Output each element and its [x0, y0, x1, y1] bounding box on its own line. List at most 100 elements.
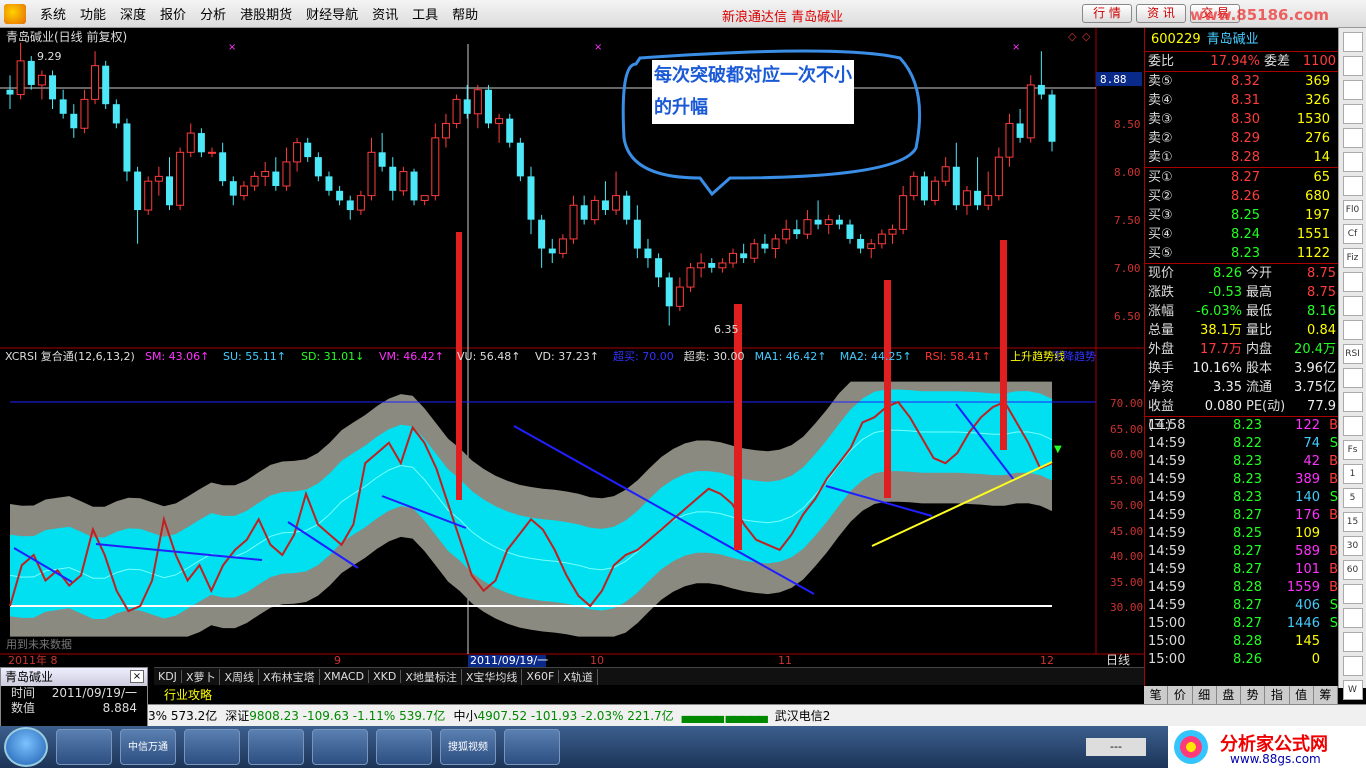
indicator-tab[interactable]: X布林宝塔 [259, 668, 320, 685]
menu-function[interactable]: 功能 [80, 4, 106, 23]
panel-tab[interactable]: 笔 [1144, 686, 1169, 704]
order-book-row[interactable]: 买⑤ 8.23 1122 [1145, 244, 1338, 263]
tool-button[interactable] [1342, 368, 1363, 388]
indicator-tab[interactable]: X周线 [220, 668, 260, 685]
tool-button[interactable] [1342, 296, 1363, 316]
candle-body [314, 157, 322, 177]
tool-button[interactable] [1342, 80, 1363, 100]
tool-button[interactable] [1342, 632, 1363, 652]
order-book-row[interactable]: 买③ 8.25 197 [1145, 206, 1338, 225]
market-button[interactable]: 行 情 [1082, 4, 1132, 23]
candle-body [846, 224, 854, 239]
tool-button[interactable] [1342, 608, 1363, 628]
menu-depth[interactable]: 深度 [120, 4, 146, 23]
indicator-bands [10, 381, 1052, 637]
tool-button[interactable]: RSI [1342, 344, 1363, 364]
panel-tab[interactable]: 筹 [1314, 686, 1338, 704]
taskbar-paint[interactable] [248, 729, 304, 765]
tool-button[interactable] [1342, 32, 1363, 52]
taskbar-sohu-video[interactable]: 搜狐视频 [440, 729, 496, 765]
indicator-tab[interactable]: X轨道 [559, 668, 598, 685]
stock-chart[interactable]: 8.50 8.00 7.50 7.00 6.50 8.88 70.00 65.0… [0, 28, 1144, 667]
panel-tab[interactable]: 价 [1168, 686, 1193, 704]
tool-button[interactable] [1342, 104, 1363, 124]
menu-system[interactable]: 系统 [40, 4, 66, 23]
candle-body [144, 180, 153, 211]
taskbar-sina-tdx[interactable] [504, 729, 560, 765]
tool-button[interactable]: Fl0 [1342, 200, 1363, 220]
order-book-row[interactable]: 卖④ 8.31 326 [1145, 91, 1338, 110]
candle-body [1005, 122, 1014, 158]
weibi-value: 17.94% [1210, 54, 1260, 69]
panel-tab[interactable]: 值 [1290, 686, 1314, 704]
industry-strategy-link[interactable]: 行业攻略 [164, 688, 212, 702]
order-book-row[interactable]: 买④ 8.24 1551 [1145, 225, 1338, 244]
order-book-row[interactable]: 买② 8.26 680 [1145, 187, 1338, 206]
tool-button[interactable] [1342, 584, 1363, 604]
menu-quote[interactable]: 报价 [160, 4, 186, 23]
candle-body [686, 267, 695, 288]
indicator-tick: 60.00 [1110, 448, 1143, 461]
indicator-tab[interactable]: X宝华均线 [462, 668, 523, 685]
tool-button[interactable]: 30 [1342, 536, 1363, 556]
tool-button[interactable]: 60 [1342, 560, 1363, 580]
tool-button[interactable] [1342, 392, 1363, 412]
candle-body [506, 118, 514, 143]
panel-tab[interactable]: 指 [1265, 686, 1290, 704]
indicator-tab[interactable]: X60F [522, 670, 560, 683]
tool-button[interactable] [1342, 56, 1363, 76]
news-button[interactable]: 资 讯 [1136, 4, 1186, 23]
indicator-tab[interactable]: XKD [369, 670, 402, 683]
tool-button[interactable]: 15 [1342, 512, 1363, 532]
menu-help[interactable]: 帮助 [452, 4, 478, 23]
menu-hk-futures[interactable]: 港股期货 [240, 4, 292, 23]
taskbar-zxwt[interactable]: 中信万通 [120, 729, 176, 765]
tool-button[interactable] [1342, 128, 1363, 148]
panel-tab[interactable]: 细 [1193, 686, 1217, 704]
diamond-icon[interactable]: ◇ [1068, 30, 1077, 43]
panel-tab[interactable]: 势 [1241, 686, 1266, 704]
panel-tab[interactable]: 盘 [1217, 686, 1241, 704]
tool-button[interactable] [1342, 152, 1363, 172]
candle-body [558, 238, 567, 254]
taskbar-explorer[interactable] [56, 729, 112, 765]
order-book-row[interactable]: 卖② 8.29 276 [1145, 129, 1338, 148]
order-book-row[interactable]: 卖③ 8.30 1530 [1145, 110, 1338, 129]
tool-button[interactable]: Cf [1342, 224, 1363, 244]
tool-button[interactable] [1342, 656, 1363, 676]
indicator-tab[interactable]: X地量标注 [401, 668, 462, 685]
tool-button[interactable]: 1 [1342, 464, 1363, 484]
tool-button[interactable] [1342, 272, 1363, 292]
tool-button[interactable] [1342, 176, 1363, 196]
taskbar-calculator[interactable] [184, 729, 240, 765]
menu-analysis[interactable]: 分析 [200, 4, 226, 23]
taskbar-notepad[interactable] [312, 729, 368, 765]
windows-start-icon[interactable] [4, 727, 48, 767]
tool-button[interactable]: W [1342, 680, 1363, 700]
diamond-icon[interactable]: ◇ [1082, 30, 1091, 43]
tool-button[interactable]: Fs [1342, 440, 1363, 460]
candle-body [272, 171, 280, 186]
indicator-tab[interactable]: X萝卜 [182, 668, 221, 685]
candle-body [655, 258, 663, 278]
tick-row: 14:59 8.22 74 S [1148, 436, 1338, 451]
order-book-row[interactable]: 卖⑤ 8.32 369 [1145, 72, 1338, 91]
tool-button[interactable] [1342, 416, 1363, 436]
order-book-row[interactable]: 卖① 8.28 14 [1145, 148, 1338, 167]
status-news[interactable]: 武汉电信2 [775, 707, 831, 724]
order-book-row[interactable]: 买① 8.27 65 [1145, 168, 1338, 187]
tool-button[interactable] [1342, 320, 1363, 340]
menu-finance-nav[interactable]: 财经导航 [306, 4, 358, 23]
indicator-tab[interactable]: KDJ [154, 670, 182, 683]
close-icon[interactable]: × [130, 670, 144, 683]
tool-button[interactable]: 5 [1342, 488, 1363, 508]
taskbar-ie[interactable] [376, 729, 432, 765]
candle-body [463, 99, 471, 114]
period-label[interactable]: 日线 [1106, 653, 1130, 667]
menu-news[interactable]: 资讯 [372, 4, 398, 23]
indicator-tab[interactable]: XMACD [320, 670, 370, 683]
menu-tools[interactable]: 工具 [412, 4, 438, 23]
date-label: 11 [778, 654, 792, 667]
tool-button[interactable]: Fiz [1342, 248, 1363, 268]
candle-body [814, 219, 822, 225]
